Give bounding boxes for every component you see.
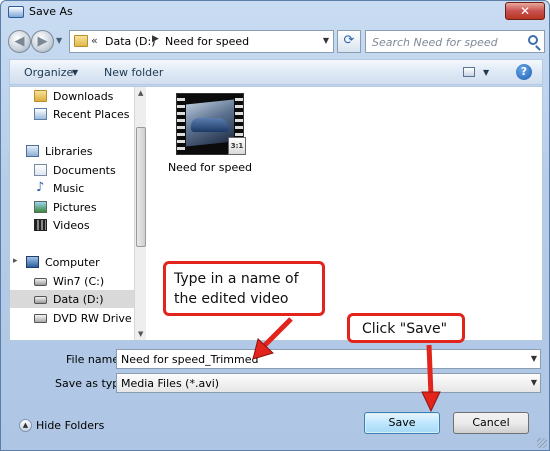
sidebar-scrollbar[interactable]: ▲ ▼ [134, 87, 146, 340]
sidebar-item-label: Music [53, 182, 85, 195]
sidebar-item-label: DVD RW Drive (E: [53, 312, 146, 325]
file-name-label: File name: [66, 353, 123, 366]
file-name-input[interactable]: Need for speed_Trimmed ▼ [116, 349, 541, 369]
sidebar-item-pictures[interactable]: Pictures [10, 198, 146, 216]
close-button[interactable]: ✕ [505, 2, 545, 20]
breadcrumb-overflow-icon[interactable]: « [91, 34, 98, 47]
windows-drive-icon [34, 278, 47, 286]
sidebar-item-data-d[interactable]: Data (D:) [10, 290, 146, 308]
view-options-dropdown-icon[interactable]: ▼ [483, 68, 489, 77]
sidebar-item-documents[interactable]: Documents [10, 161, 146, 179]
sidebar-item-label: Downloads [53, 90, 114, 103]
sidebar-item-label: Documents [53, 164, 116, 177]
sidebar-item-label: Videos [53, 219, 90, 232]
forward-button[interactable]: ▶ [31, 30, 54, 53]
music-note-icon: ♪ [36, 180, 45, 195]
breadcrumb-data-drive[interactable]: Data (D:) [105, 35, 156, 48]
navigation-bar: ◀ ▶ ▼ « Data (D:) ▶ Need for speed ▼ ⟳ S… [1, 26, 549, 56]
sidebar-item-label: Computer [45, 256, 100, 269]
sidebar-item-win7-c[interactable]: Win7 (C:) [10, 272, 146, 290]
window-icon [8, 6, 24, 18]
search-input[interactable]: Search Need for speed [365, 30, 545, 53]
title-bar: Save As ✕ [1, 1, 549, 23]
computer-icon [26, 256, 39, 268]
organize-button[interactable]: Organize [24, 66, 73, 79]
save-as-dialog: Save As ✕ ◀ ▶ ▼ « Data (D:) ▶ Need for s… [0, 0, 550, 451]
file-item-need-for-speed[interactable]: 3:1 Need for speed [166, 91, 252, 177]
file-name: Need for speed [167, 161, 253, 174]
sidebar-item-dvd-drive[interactable]: DVD RW Drive (E: [10, 309, 146, 327]
car-icon [191, 118, 229, 132]
sidebar-item-music[interactable]: ♪ Music [10, 179, 146, 197]
recent-locations-dropdown-icon[interactable]: ▼ [56, 36, 62, 45]
scroll-down-icon[interactable]: ▼ [138, 330, 143, 338]
scrollbar-thumb[interactable] [136, 127, 146, 247]
window-title: Save As [29, 5, 73, 18]
media-badge-icon: 3:1 [228, 137, 246, 155]
hard-drive-icon [34, 296, 47, 304]
name-instruction-callout: Type in a name of the edited video [163, 261, 325, 316]
back-button[interactable]: ◀ [8, 30, 31, 53]
change-view-icon[interactable] [463, 67, 475, 77]
save-instruction-callout: Click "Save" [347, 313, 465, 343]
save-as-type-select[interactable]: Media Files (*.avi) ▼ [116, 373, 541, 393]
libraries-icon [26, 145, 39, 157]
save-as-type-dropdown-icon[interactable]: ▼ [531, 378, 537, 387]
breadcrumb-separator-icon[interactable]: ▶ [152, 34, 159, 44]
downloads-folder-icon [34, 90, 47, 102]
save-button[interactable]: Save [364, 412, 440, 434]
sidebar-item-downloads[interactable]: Downloads [10, 87, 146, 105]
search-placeholder: Search Need for speed [372, 36, 498, 49]
sidebar-item-label: Pictures [53, 201, 97, 214]
new-folder-button[interactable]: New folder [104, 66, 163, 79]
documents-icon [34, 164, 47, 176]
refresh-button[interactable]: ⟳ [337, 30, 361, 53]
address-bar[interactable]: « Data (D:) ▶ Need for speed ▼ [69, 30, 334, 53]
film-sprocket-left [177, 94, 185, 154]
pictures-icon [34, 201, 47, 213]
expand-arrow-icon[interactable]: ▸ [13, 256, 18, 266]
video-filmstrip-icon [34, 219, 47, 231]
sidebar-item-recent-places[interactable]: Recent Places [10, 105, 146, 123]
cancel-button[interactable]: Cancel [453, 412, 529, 434]
breadcrumb-need-for-speed[interactable]: Need for speed [165, 35, 249, 48]
command-toolbar: Organize ▼ New folder ▼ ? [9, 59, 543, 85]
collapse-up-icon: ▲ [19, 419, 32, 432]
scroll-up-icon[interactable]: ▲ [138, 89, 143, 97]
recent-places-icon [34, 108, 47, 120]
sidebar-item-libraries[interactable]: Libraries [10, 142, 146, 160]
save-as-type-value: Media Files (*.avi) [121, 377, 220, 390]
organize-dropdown-icon[interactable]: ▼ [72, 68, 78, 77]
file-name-value: Need for speed_Trimmed [121, 353, 259, 366]
hide-folders-label: Hide Folders [36, 419, 105, 432]
resize-grip[interactable] [537, 438, 547, 448]
folder-icon [74, 35, 88, 47]
sidebar-item-videos[interactable]: Videos [10, 216, 146, 234]
sidebar-item-label: Recent Places [53, 108, 130, 121]
search-icon[interactable] [528, 35, 538, 45]
help-icon[interactable]: ? [516, 64, 532, 80]
sidebar-item-computer[interactable]: ▸ Computer [10, 253, 146, 271]
sidebar-item-label: Libraries [45, 145, 93, 158]
address-dropdown-icon[interactable]: ▼ [323, 36, 329, 45]
file-name-dropdown-icon[interactable]: ▼ [531, 354, 537, 363]
navigation-pane: Downloads Recent Places Libraries Docume… [10, 87, 146, 340]
dvd-drive-icon [34, 314, 47, 323]
sidebar-item-label: Win7 (C:) [53, 275, 105, 288]
sidebar-item-label: Data (D:) [53, 293, 104, 306]
